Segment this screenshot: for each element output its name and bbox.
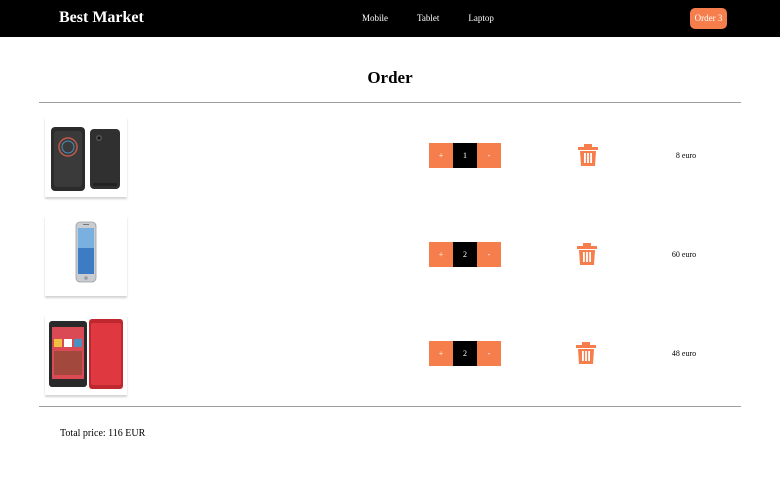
brand-logo[interactable]: Best Market bbox=[59, 9, 144, 27]
nav-laptop[interactable]: Laptop bbox=[468, 13, 494, 23]
qty-minus-button[interactable]: + bbox=[429, 242, 453, 267]
qty-plus-button[interactable]: - bbox=[477, 341, 501, 366]
htc-red-phone-image bbox=[49, 319, 123, 389]
nav-mobile[interactable]: Mobile bbox=[362, 13, 388, 23]
bottom-divider bbox=[39, 406, 741, 407]
navbar: Best Market Mobile Tablet Laptop Order 3 bbox=[0, 0, 780, 37]
qty-value: 2 bbox=[453, 341, 477, 366]
nav-links: Mobile Tablet Laptop bbox=[362, 13, 523, 23]
total-price: Total price: 116 EUR bbox=[60, 428, 146, 439]
iphone-image bbox=[75, 221, 97, 283]
product-image bbox=[45, 315, 127, 395]
qty-value: 1 bbox=[453, 143, 477, 168]
trash-icon[interactable] bbox=[578, 144, 598, 166]
qty-plus-button[interactable]: - bbox=[477, 242, 501, 267]
order-row: + 2 - 60 euro bbox=[0, 206, 780, 302]
item-price: 60 euro bbox=[671, 250, 697, 259]
qty-minus-button[interactable]: + bbox=[429, 143, 453, 168]
order-row: + 1 - 8 euro bbox=[0, 107, 780, 203]
quantity-stepper: + 2 - bbox=[429, 242, 501, 267]
item-price: 48 euro bbox=[671, 349, 697, 358]
qty-plus-button[interactable]: - bbox=[477, 143, 501, 168]
nav-tablet[interactable]: Tablet bbox=[417, 13, 439, 23]
item-price: 8 euro bbox=[675, 151, 697, 160]
page-title: Order bbox=[367, 68, 413, 87]
qty-minus-button[interactable]: + bbox=[429, 341, 453, 366]
order-button[interactable]: Order 3 bbox=[690, 8, 727, 29]
product-image bbox=[45, 216, 127, 296]
quantity-stepper: + 2 - bbox=[429, 341, 501, 366]
qty-value: 2 bbox=[453, 242, 477, 267]
phone-case-image bbox=[51, 127, 120, 191]
order-row: + 2 - 48 euro bbox=[0, 305, 780, 401]
quantity-stepper: + 1 - bbox=[429, 143, 501, 168]
trash-icon[interactable] bbox=[576, 342, 596, 364]
product-image bbox=[45, 117, 127, 197]
trash-icon[interactable] bbox=[577, 243, 597, 265]
top-divider bbox=[39, 102, 741, 103]
